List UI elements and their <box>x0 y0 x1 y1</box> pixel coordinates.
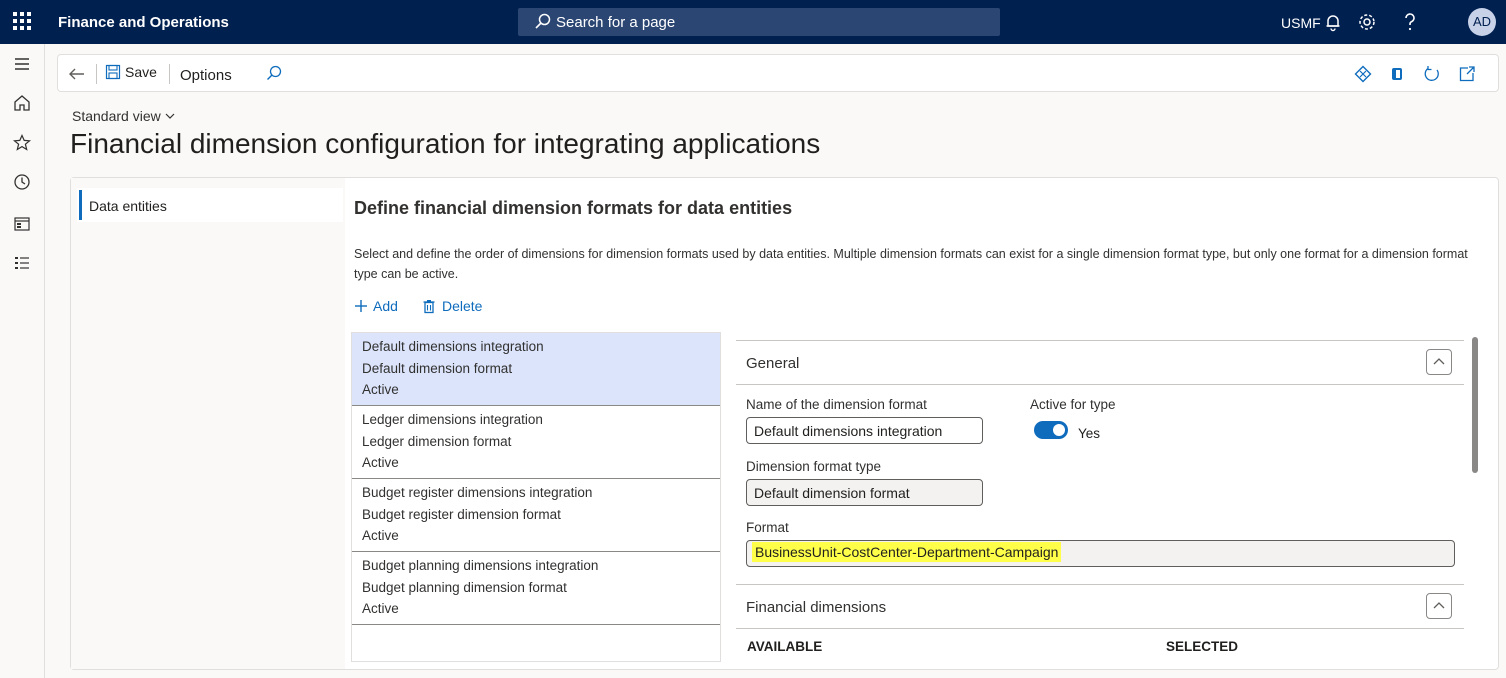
active-for-type-label: Active for type <box>1030 397 1116 412</box>
format-status: Active <box>362 455 399 470</box>
navigation-rail <box>0 44 45 678</box>
active-for-type-toggle[interactable] <box>1034 421 1068 439</box>
format-field[interactable]: BusinessUnit-CostCenter-Department-Campa… <box>746 540 1455 567</box>
vertical-tab-pane: Data entities <box>71 178 345 669</box>
selected-tab-indicator <box>79 190 82 220</box>
bell-icon[interactable] <box>1322 11 1344 33</box>
save-disk-icon <box>105 64 121 80</box>
list-item[interactable]: Budget register dimensions integration B… <box>352 479 720 552</box>
add-label: Add <box>373 298 398 314</box>
help-icon[interactable] <box>1399 11 1421 33</box>
power-apps-diamond-icon[interactable] <box>1354 65 1372 83</box>
format-type: Ledger dimension format <box>362 433 512 449</box>
list-item[interactable]: Ledger dimensions integration Ledger dim… <box>352 406 720 479</box>
search-input[interactable]: Search for a page <box>518 8 1000 36</box>
format-value-highlight: BusinessUnit-CostCenter-Department-Campa… <box>752 542 1062 562</box>
gear-icon[interactable] <box>1356 11 1378 33</box>
financial-dimensions-collapse-button[interactable] <box>1426 593 1452 619</box>
save-button[interactable]: Save <box>105 64 157 80</box>
view-name-label: Standard view <box>72 108 161 124</box>
open-in-new-window-icon[interactable] <box>1458 65 1476 83</box>
action-search-icon[interactable] <box>265 64 283 82</box>
toolbar-divider <box>96 64 97 84</box>
refresh-icon[interactable] <box>1423 65 1441 83</box>
favorites-star-icon[interactable] <box>12 133 32 153</box>
delete-button[interactable]: Delete <box>422 298 482 314</box>
section-title: Define financial dimension formats for d… <box>354 198 793 218</box>
save-label: Save <box>125 64 157 80</box>
options-tab[interactable]: Options <box>180 67 232 84</box>
modules-list-icon[interactable] <box>12 253 32 273</box>
format-status: Active <box>362 382 399 397</box>
content-card: Data entities Define financial dimension… <box>70 177 1499 670</box>
financial-dimensions-fasttab-header[interactable]: Financial dimensions <box>736 584 1464 629</box>
dimension-formats-list: Default dimensions integration Default d… <box>351 332 721 662</box>
chevron-down-icon <box>165 113 175 119</box>
app-title[interactable]: Finance and Operations <box>58 14 229 31</box>
home-icon[interactable] <box>12 93 32 113</box>
general-fasttab-header[interactable]: General <box>736 340 1464 385</box>
action-pane: Save Options <box>57 54 1499 92</box>
section-description: Select and define the order of dimension… <box>354 247 1468 281</box>
format-status: Active <box>362 601 399 616</box>
back-arrow-icon[interactable] <box>68 65 86 83</box>
top-bar: Finance and Operations Search for a page… <box>0 0 1506 44</box>
page-title: Financial dimension configuration for in… <box>70 128 821 159</box>
format-name: Ledger dimensions integration <box>362 412 543 427</box>
selected-column-header: SELECTED <box>1166 639 1239 654</box>
delete-label: Delete <box>442 298 483 314</box>
list-item[interactable]: Budget planning dimensions integration B… <box>352 552 720 625</box>
active-for-type-value: Yes <box>1078 426 1101 441</box>
financial-dimensions-title: Financial dimensions <box>746 599 887 616</box>
plus-icon <box>355 300 367 312</box>
name-field-label: Name of the dimension format <box>746 397 927 412</box>
tab-data-entities[interactable]: Data entities <box>77 188 343 222</box>
avatar[interactable]: AD <box>1468 8 1496 36</box>
recent-clock-icon[interactable] <box>12 172 32 192</box>
available-column-header: AVAILABLE <box>747 639 823 654</box>
general-title: General <box>746 355 800 372</box>
app-launcher-icon[interactable] <box>11 10 31 30</box>
detail-pane: General Name of the dimension format Def… <box>736 340 1464 669</box>
format-field-label: Format <box>746 520 789 535</box>
format-type-field[interactable]: Default dimension format <box>746 479 983 506</box>
toolbar-divider <box>169 64 170 84</box>
format-type: Default dimension format <box>362 360 513 376</box>
search-icon <box>535 13 551 29</box>
tab-label: Data entities <box>89 198 167 214</box>
format-type-label: Dimension format type <box>746 459 882 474</box>
general-collapse-button[interactable] <box>1426 349 1452 375</box>
hamburger-menu-icon[interactable] <box>12 54 32 74</box>
format-status: Active <box>362 528 399 543</box>
chevron-up-icon <box>1433 358 1445 365</box>
detail-scrollbar[interactable] <box>1472 337 1478 473</box>
format-type: Budget planning dimension format <box>362 579 567 595</box>
office-icon[interactable] <box>1388 65 1406 83</box>
trash-icon <box>423 299 435 313</box>
name-field[interactable]: Default dimensions integration <box>746 417 983 444</box>
search-placeholder: Search for a page <box>556 14 676 31</box>
format-name: Budget register dimensions integration <box>362 485 593 500</box>
format-name: Default dimensions integration <box>362 339 544 354</box>
view-selector[interactable]: Standard view <box>72 108 176 124</box>
workspaces-icon[interactable] <box>12 214 32 234</box>
list-item[interactable]: Default dimensions integration Default d… <box>352 333 720 406</box>
format-type: Budget register dimension format <box>362 506 561 522</box>
format-name: Budget planning dimensions integration <box>362 558 599 573</box>
company-picker[interactable]: USMF <box>1281 15 1321 31</box>
chevron-up-icon <box>1433 602 1445 609</box>
add-button[interactable]: Add <box>354 298 398 314</box>
